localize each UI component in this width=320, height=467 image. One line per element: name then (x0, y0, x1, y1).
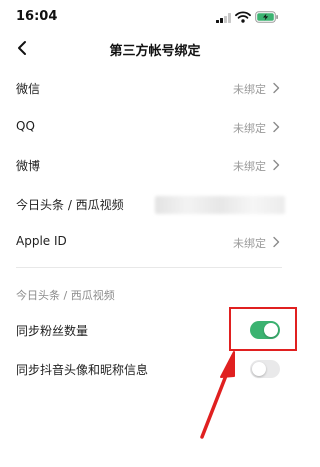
sync-avatar-label: 同步抖音头像和昵称信息 (16, 363, 149, 377)
binding-status: 未绑定 (233, 237, 266, 250)
sync-fans-label: 同步粉丝数量 (16, 324, 89, 338)
cellular-signal-icon (216, 13, 231, 23)
section-divider (16, 267, 282, 268)
chevron-right-icon (273, 159, 280, 171)
toggle-knob (252, 362, 266, 376)
account-row-wechat[interactable]: 微信 未绑定 (0, 69, 310, 107)
binding-status: 未绑定 (233, 122, 266, 135)
page-title: 第三方帐号绑定 (109, 44, 201, 59)
status-time: 16:04 (16, 9, 58, 24)
binding-status: 未绑定 (233, 160, 266, 173)
account-label: QQ (16, 119, 35, 133)
chevron-right-icon (273, 236, 280, 248)
wifi-icon (235, 11, 251, 23)
blurred-account-info (155, 196, 285, 214)
status-bar: 16:04 (0, 0, 310, 34)
chevron-right-icon (273, 82, 280, 94)
chevron-right-icon (273, 121, 280, 133)
account-row-qq[interactable]: QQ 未绑定 (0, 108, 310, 146)
binding-status: 未绑定 (233, 83, 266, 96)
account-row-weibo[interactable]: 微博 未绑定 (0, 146, 310, 184)
account-label: 微博 (16, 159, 41, 173)
navigation-bar: 第三方帐号绑定 (0, 34, 310, 64)
account-row-toutiao[interactable]: 今日头条 / 西瓜视频 (0, 185, 310, 223)
highlight-annotation-box (229, 307, 297, 351)
account-label: Apple ID (16, 234, 67, 248)
account-label: 微信 (16, 82, 41, 96)
sync-avatar-toggle[interactable] (250, 360, 280, 378)
account-row-apple-id[interactable]: Apple ID 未绑定 (0, 223, 310, 261)
sync-section-title: 今日头条 / 西瓜视频 (16, 289, 115, 302)
account-label: 今日头条 / 西瓜视频 (16, 198, 124, 212)
battery-charging-icon (255, 11, 278, 23)
